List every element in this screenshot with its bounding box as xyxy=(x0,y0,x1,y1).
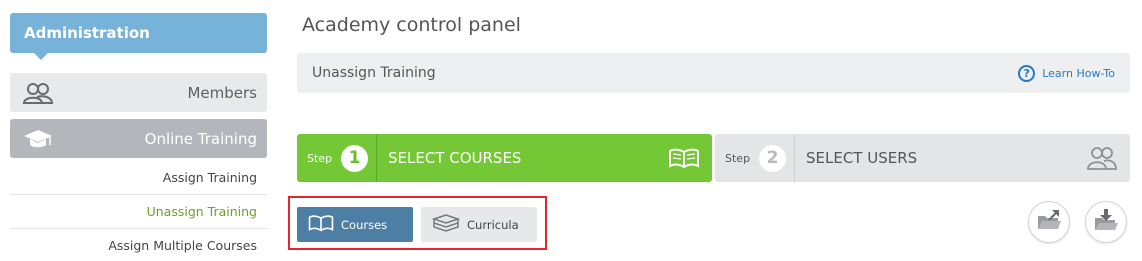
page-title: Academy control panel xyxy=(302,14,521,36)
books-stack-icon xyxy=(431,213,461,236)
sidebar-item-online-training[interactable]: Online Training xyxy=(10,119,267,158)
graduation-cap-icon xyxy=(22,126,54,152)
sidebar-subitem-label: Assign Multiple Courses xyxy=(108,238,257,253)
action-bar: Unassign Training ? Learn How-To xyxy=(297,53,1130,93)
step-number: 2 xyxy=(759,144,787,172)
tab-curricula-label: Curricula xyxy=(467,217,519,232)
step-prefix: Step xyxy=(307,151,333,165)
learn-how-to-label: Learn How-To xyxy=(1042,66,1115,80)
sidebar-subitem-label: Assign Training xyxy=(162,170,257,185)
question-circle-icon: ? xyxy=(1018,64,1036,82)
sidebar-subitem-assign-training[interactable]: Assign Training xyxy=(10,161,267,195)
administration-header-label: Administration xyxy=(24,24,150,42)
export-button[interactable] xyxy=(1028,201,1070,243)
step-select-courses[interactable]: Step 1 SELECT COURSES xyxy=(297,134,712,182)
step-select-users[interactable]: Step 2 SELECT USERS xyxy=(715,134,1130,182)
tab-curricula[interactable]: Curricula xyxy=(421,207,537,242)
sidebar-item-online-training-label: Online Training xyxy=(144,129,257,148)
folder-import-icon xyxy=(1093,208,1119,236)
import-button[interactable] xyxy=(1085,201,1127,243)
sidebar-subitem-assign-multiple-courses[interactable]: Assign Multiple Courses xyxy=(10,229,267,261)
open-book-icon xyxy=(307,214,335,235)
step-title: SELECT USERS xyxy=(806,149,918,167)
sidebar-subitem-label: Unassign Training xyxy=(146,204,257,219)
open-book-icon xyxy=(664,143,704,173)
sidebar-subitem-unassign-training[interactable]: Unassign Training xyxy=(10,195,267,229)
sidebar-item-members[interactable]: Members xyxy=(10,73,267,112)
action-title: Unassign Training xyxy=(312,65,436,81)
step-indicator: Step 1 xyxy=(297,134,377,182)
members-icon xyxy=(22,80,54,106)
tab-courses-label: Courses xyxy=(341,217,388,232)
folder-export-icon xyxy=(1036,208,1062,236)
learn-how-to-link[interactable]: ? Learn How-To xyxy=(1018,64,1115,82)
tab-courses[interactable]: Courses xyxy=(297,207,413,242)
step-number: 1 xyxy=(341,144,369,172)
users-icon xyxy=(1082,143,1122,173)
step-prefix: Step xyxy=(725,151,751,165)
step-title: SELECT COURSES xyxy=(388,149,522,167)
step-indicator: Step 2 xyxy=(715,134,795,182)
administration-header[interactable]: Administration xyxy=(10,13,267,60)
sidebar-item-members-label: Members xyxy=(187,83,257,102)
